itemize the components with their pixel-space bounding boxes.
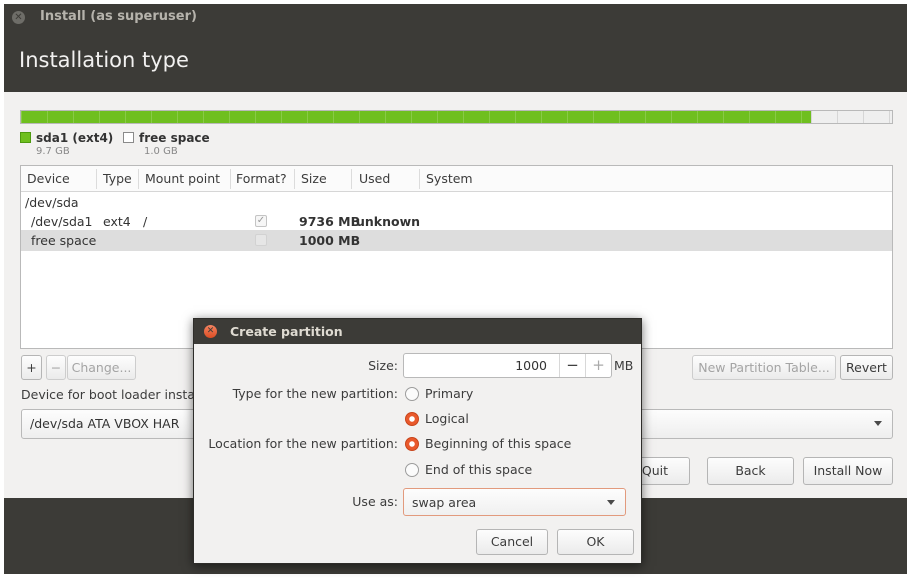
dialog-titlebar: ✕ Create partition	[194, 319, 641, 344]
column-format[interactable]: Format?	[236, 171, 287, 186]
new-partition-table-button[interactable]: New Partition Table...	[692, 355, 836, 380]
radio-label: Primary	[425, 386, 474, 401]
size-label: Size:	[368, 358, 398, 373]
change-partition-button[interactable]: Change...	[67, 355, 136, 380]
chevron-down-icon	[607, 500, 615, 505]
column-device[interactable]: Device	[27, 171, 70, 186]
radio-on-icon[interactable]	[405, 412, 419, 426]
remove-partition-button[interactable]: −	[46, 355, 66, 380]
window-titlebar: ✕ Install (as superuser)	[4, 4, 907, 30]
radio-label: End of this space	[425, 462, 533, 477]
partition-used-segment	[21, 111, 811, 123]
cell-used: unknown	[356, 214, 421, 229]
location-label: Location for the new partition:	[208, 436, 398, 451]
ok-button[interactable]: OK	[557, 529, 634, 555]
green-square-icon	[20, 132, 31, 143]
cell-type: ext4	[103, 214, 131, 229]
cell-device: free space	[31, 233, 97, 248]
size-unit: MB	[614, 358, 634, 373]
column-mount-point[interactable]: Mount point	[145, 171, 220, 186]
radio-label: Beginning of this space	[425, 436, 572, 451]
legend-size: 9.7 GB	[36, 146, 70, 157]
table-row[interactable]: /dev/sda1 ext4 / ✓ 9736 MB unknown	[21, 211, 892, 232]
cell-size: 9736 MB	[299, 214, 361, 229]
partition-free-segment	[811, 111, 892, 123]
cell-device: /dev/sda	[25, 195, 79, 210]
column-type[interactable]: Type	[103, 171, 132, 186]
column-used[interactable]: Used	[359, 171, 390, 186]
add-partition-button[interactable]: +	[21, 355, 42, 380]
create-partition-dialog: ✕ Create partition Size: 1000 − + MB Typ…	[193, 318, 642, 564]
column-size[interactable]: Size	[301, 171, 327, 186]
install-now-button[interactable]: Install Now	[803, 457, 893, 485]
legend-item-sda1: sda1 (ext4) 9.7 GB	[20, 131, 114, 157]
empty-square-icon	[123, 132, 134, 143]
increase-button[interactable]: +	[585, 354, 611, 377]
close-icon[interactable]: ✕	[204, 325, 217, 338]
cell-device: /dev/sda1	[31, 214, 93, 229]
type-label: Type for the new partition:	[232, 386, 398, 401]
legend-name: free space	[139, 131, 210, 145]
legend-name: sda1 (ext4)	[36, 131, 114, 145]
decrease-button[interactable]: −	[559, 354, 585, 377]
page-title: Installation type	[19, 48, 189, 72]
dialog-title: Create partition	[230, 324, 343, 339]
size-value[interactable]: 1000	[515, 358, 547, 373]
format-checkbox[interactable]	[255, 234, 267, 246]
cancel-button[interactable]: Cancel	[476, 529, 548, 555]
radio-off-icon[interactable]	[405, 463, 419, 477]
page-header: Installation type	[4, 30, 907, 92]
revert-button[interactable]: Revert	[840, 355, 893, 380]
use-as-select[interactable]: swap area	[403, 488, 626, 516]
back-button[interactable]: Back	[707, 457, 794, 485]
radio-on-icon[interactable]	[405, 437, 419, 451]
use-as-label: Use as:	[352, 494, 398, 509]
use-as-value: swap area	[412, 495, 477, 510]
cell-mount: /	[143, 214, 148, 229]
radio-off-icon[interactable]	[405, 387, 419, 401]
chevron-down-icon	[874, 421, 882, 426]
table-row[interactable]: /dev/sda	[21, 192, 892, 213]
partition-bar	[20, 110, 893, 124]
size-spinbox[interactable]: 1000 − +	[403, 353, 612, 378]
radio-label: Logical	[425, 411, 469, 426]
legend-item-free: free space 1.0 GB	[123, 131, 210, 157]
bootloader-label: Device for boot loader insta	[21, 387, 195, 402]
column-system[interactable]: System	[426, 171, 473, 186]
table-header: Device Type Mount point Format? Size Use…	[21, 166, 892, 192]
close-icon[interactable]: ✕	[12, 11, 25, 24]
legend-size: 1.0 GB	[144, 146, 178, 157]
table-row-selected[interactable]: free space 1000 MB	[21, 230, 892, 251]
bootloader-value: /dev/sda ATA VBOX HAR	[30, 416, 180, 431]
format-checkbox[interactable]: ✓	[255, 215, 267, 227]
window-title: Install (as superuser)	[40, 9, 197, 24]
cell-size: 1000 MB	[299, 233, 361, 248]
